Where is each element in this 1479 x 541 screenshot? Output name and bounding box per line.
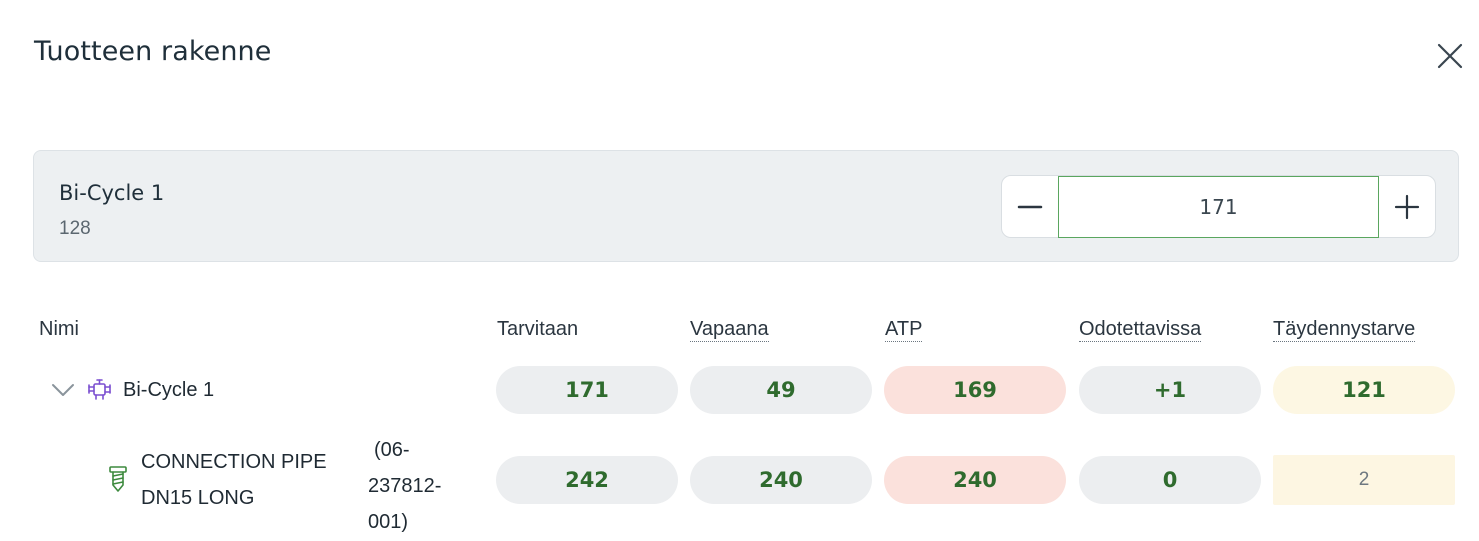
expand-toggle[interactable] — [50, 380, 76, 400]
close-icon — [1437, 43, 1463, 69]
close-button[interactable] — [1434, 40, 1466, 72]
cell-expected: 0 — [1079, 456, 1261, 504]
item-code-line1: (06- — [374, 439, 410, 461]
cell-available: 240 — [690, 456, 872, 504]
item-code: (06- 237812- 001) — [368, 432, 458, 540]
row-name-line2: DN15 LONG — [141, 487, 255, 509]
row-name-connection-pipe[interactable]: CONNECTION PIPE DN15 LONG — [141, 444, 327, 516]
increment-button[interactable] — [1379, 176, 1435, 237]
product-name: Bi-Cycle 1 — [59, 181, 165, 205]
cell-replenish: 121 — [1273, 366, 1455, 414]
product-card: Bi-Cycle 1 128 — [33, 150, 1459, 262]
cell-required: 171 — [496, 366, 678, 414]
cell-available: 49 — [690, 366, 872, 414]
column-header-atp[interactable]: ATP — [885, 318, 923, 342]
item-code-line3: 001) — [368, 511, 409, 533]
cell-expected: +1 — [1079, 366, 1261, 414]
row-name-line1: CONNECTION PIPE — [141, 451, 327, 473]
cell-required: 242 — [496, 456, 678, 504]
column-header-expected[interactable]: Odotettavissa — [1079, 318, 1202, 342]
column-header-atp-label: ATP — [885, 318, 923, 342]
cell-atp: 240 — [884, 456, 1066, 504]
cell-replenish: 2 — [1273, 455, 1455, 505]
item-code-line2: 237812- — [368, 475, 442, 497]
plus-icon — [1394, 194, 1420, 219]
bicycle-icon — [86, 377, 114, 403]
column-header-name: Nimi — [39, 318, 79, 340]
row-name-bicycle[interactable]: Bi-Cycle 1 — [123, 379, 214, 402]
product-code: 128 — [59, 218, 91, 239]
minus-icon — [1017, 205, 1043, 208]
cell-atp: 169 — [884, 366, 1066, 414]
quantity-stepper — [1001, 175, 1436, 238]
column-header-replenish-label: Täydennystarve — [1273, 318, 1416, 342]
column-header-available[interactable]: Vapaana — [690, 318, 769, 342]
dialog-title: Tuotteen rakenne — [34, 36, 272, 67]
column-header-required: Tarvitaan — [497, 318, 579, 340]
column-header-available-label: Vapaana — [690, 318, 769, 342]
decrement-button[interactable] — [1002, 176, 1058, 237]
screw-icon — [108, 465, 128, 493]
quantity-input[interactable] — [1058, 176, 1379, 238]
chevron-down-icon — [52, 384, 74, 396]
column-header-expected-label: Odotettavissa — [1079, 318, 1202, 342]
column-header-replenish[interactable]: Täydennystarve — [1273, 318, 1416, 342]
